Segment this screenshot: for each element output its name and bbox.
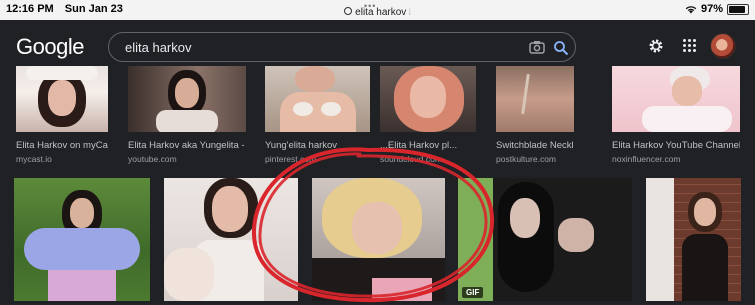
result-caption: Elita Harkov on myCast... [16, 140, 108, 151]
search-input[interactable] [123, 39, 507, 56]
result-caption: Switchblade Necklace, ... [496, 140, 574, 151]
battery-percent: 97% [700, 3, 723, 15]
result-source: youtube.com [128, 154, 177, 164]
address-text: elita harkov [355, 7, 407, 18]
image-result[interactable]: Switchblade Necklace, ... postkulture.co… [496, 66, 574, 166]
result-thumbnail[interactable] [14, 178, 150, 301]
result-source: noxinfluencer.com [612, 154, 681, 164]
result-source: mycast.io [16, 154, 52, 164]
image-result[interactable]: Elita Harkov aka Yungelita - Y... youtub… [128, 66, 246, 166]
google-logo[interactable]: Google [16, 34, 84, 60]
camera-icon[interactable] [529, 40, 545, 54]
gear-icon[interactable] [648, 38, 664, 54]
google-header: Google [0, 20, 755, 72]
result-source: postkulture.com [496, 154, 556, 164]
result-thumbnail[interactable] [128, 66, 246, 132]
wifi-icon [685, 5, 697, 13]
result-thumbnail[interactable] [646, 178, 741, 301]
result-thumbnail[interactable] [265, 66, 370, 132]
status-bar: 12:16 PM Sun Jan 23 ••• elita harkov ⦙ 9… [0, 0, 755, 20]
result-thumbnail[interactable] [612, 66, 740, 132]
avatar[interactable] [710, 33, 736, 59]
search-box[interactable] [108, 32, 576, 62]
image-result[interactable] [14, 178, 150, 301]
address-bar[interactable]: elita harkov ⦙ [0, 7, 755, 18]
image-result[interactable] [646, 178, 741, 301]
apps-icon[interactable] [683, 39, 697, 53]
search-icon[interactable] [553, 40, 569, 56]
result-thumbnail[interactable] [496, 66, 574, 132]
annotation-circle [251, 147, 495, 303]
result-caption: Elita Harkov YouTube Channel A... [612, 140, 740, 151]
result-thumbnail[interactable] [16, 66, 108, 132]
image-result[interactable]: Elita Harkov YouTube Channel A... noxinf… [612, 66, 740, 166]
result-thumbnail[interactable] [380, 66, 476, 132]
battery-icon [727, 3, 749, 15]
image-result[interactable]: Elita Harkov on myCast... mycast.io [16, 66, 108, 166]
result-caption: Elita Harkov aka Yungelita - Y... [128, 140, 246, 151]
reader-icon: ⦙ [406, 7, 411, 17]
search-icon [344, 7, 353, 15]
status-indicators: 97% [685, 3, 749, 15]
